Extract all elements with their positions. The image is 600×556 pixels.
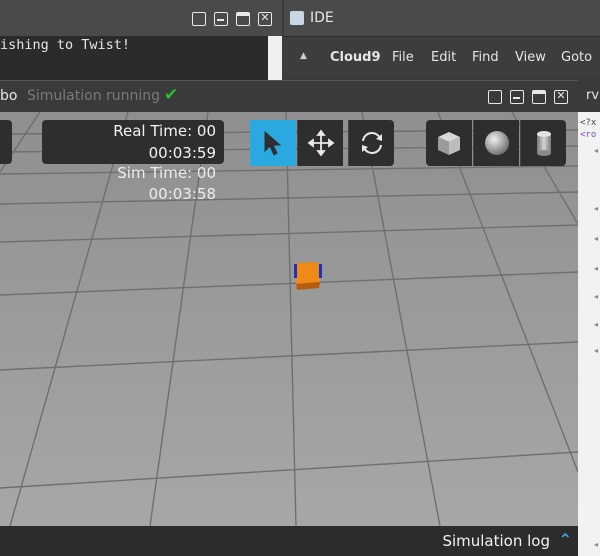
translate-tool-button[interactable] (297, 120, 343, 166)
rviz-panel: rvi <?x <ro ◂ ◂ ◂ ◂ ◂ ◂ ◂ ◂ (578, 80, 600, 556)
check-icon: ✔ (164, 85, 179, 105)
fold-marker-icon[interactable]: ◂ (594, 292, 598, 301)
code-line: <?x (580, 118, 597, 128)
gazebo-window: bo Simulation running ✔ ✕ Real Time: 00 … (0, 80, 578, 556)
collapse-caret-icon[interactable]: ▲ (300, 51, 307, 61)
close-icon[interactable]: ✕ (258, 12, 272, 26)
chevron-up-icon[interactable]: ⌃ (559, 530, 572, 549)
terminal-output-line: ishing to Twist! (0, 37, 131, 53)
sim-time-clock: 00:03:58 (148, 185, 216, 203)
cylinder-icon (537, 131, 551, 156)
fold-marker-icon[interactable]: ◂ (594, 264, 598, 273)
rotate-icon (362, 132, 382, 154)
ide-title: IDE (310, 10, 334, 26)
ide-menubar: ▲ Cloud9 File Edit Find View Goto (284, 36, 600, 78)
terminal-scrollbar[interactable] (268, 36, 282, 82)
fold-marker-icon[interactable]: ◂ (594, 320, 598, 329)
cloud9-logo-icon (290, 11, 304, 25)
real-time-label: Real Time: (113, 122, 193, 140)
maximize-icon[interactable] (236, 12, 250, 26)
gazebo-title: bo (0, 88, 18, 104)
fold-marker-icon[interactable]: ◂ (594, 234, 598, 243)
sphere-icon (485, 131, 509, 155)
code-line: <ro (580, 130, 597, 140)
fold-marker-icon[interactable]: ◂ (594, 146, 598, 155)
menu-view[interactable]: View (515, 50, 546, 65)
select-arrow-icon (264, 130, 282, 156)
select-tool-button[interactable] (250, 120, 296, 166)
restore-icon[interactable] (192, 12, 206, 26)
fold-marker-icon[interactable]: ◂ (594, 204, 598, 213)
translate-icon (307, 129, 335, 157)
minimize-icon[interactable] (214, 12, 228, 26)
ide-titlebar: IDE (284, 0, 600, 36)
menu-goto[interactable]: Goto (561, 50, 592, 65)
rotate-tool-button[interactable] (348, 120, 394, 166)
rviz-tab-label[interactable]: rvi (586, 88, 600, 103)
sim-time-readout: Sim Time: 00 (117, 164, 216, 182)
terminal-window: ✕ ishing to Twist! (0, 0, 282, 82)
menu-edit[interactable]: Edit (431, 50, 456, 65)
sim-time-value: 00 (196, 164, 216, 182)
maximize-icon[interactable] (532, 90, 546, 104)
cylinder-shape-button[interactable] (520, 120, 566, 166)
box-shape-button[interactable] (426, 120, 472, 166)
terminal-titlebar: ✕ (0, 0, 282, 36)
sphere-shape-button[interactable] (473, 120, 519, 166)
simulation-log-label[interactable]: Simulation log (442, 532, 550, 550)
real-time-value: 00 (196, 122, 216, 140)
ide-window: IDE ▲ Cloud9 File Edit Find View Goto (284, 0, 600, 82)
minimize-icon[interactable] (510, 90, 524, 104)
sim-time-label: Sim Time: (117, 164, 193, 182)
box-icon (438, 132, 460, 155)
real-time-clock: 00:03:59 (148, 144, 216, 162)
menu-cloud9[interactable]: Cloud9 (330, 50, 381, 65)
code-editor[interactable]: <?x <ro ◂ ◂ ◂ ◂ ◂ ◂ ◂ ◂ (578, 112, 600, 556)
fold-marker-icon[interactable]: ◂ (594, 346, 598, 355)
ground-plane (0, 112, 578, 526)
menu-file[interactable]: File (392, 50, 414, 65)
gazebo-titlebar: bo Simulation running ✔ ✕ (0, 80, 578, 112)
left-panel-button[interactable] (0, 120, 12, 164)
simulation-status: Simulation running (27, 88, 161, 104)
fold-marker-icon[interactable]: ◂ (594, 540, 598, 549)
restore-icon[interactable] (488, 90, 502, 104)
robot-model[interactable] (294, 260, 322, 290)
simulation-log-bar[interactable]: Simulation log ⌃ (0, 526, 578, 556)
close-icon[interactable]: ✕ (554, 90, 568, 104)
real-time-readout: Real Time: 00 (113, 122, 216, 140)
rviz-titlebar: rvi (578, 80, 600, 112)
3d-viewport[interactable]: Real Time: 00 00:03:59 Sim Time: 00 00:0… (0, 112, 578, 526)
menu-find[interactable]: Find (472, 50, 499, 65)
